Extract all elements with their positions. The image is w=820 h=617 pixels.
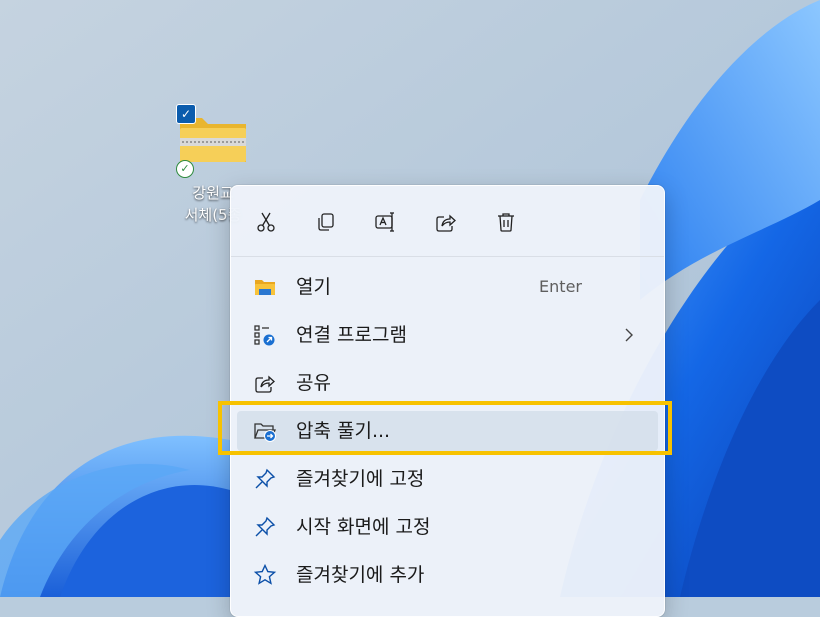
star-icon	[253, 563, 277, 587]
copy-icon	[318, 213, 334, 231]
scissors-icon	[257, 212, 275, 232]
desktop: ✓ ✓ 강원교 서체(5종 열기 Enter 연결 프로그램 공유 압축 풀기.…	[0, 0, 820, 617]
share-icon	[253, 371, 277, 395]
menu-item-label: 즐겨찾기에 추가	[296, 564, 425, 586]
copy-button[interactable]	[310, 206, 342, 238]
menu-item-label: 공유	[296, 372, 331, 394]
zip-folder-icon	[180, 118, 246, 162]
menu-item-label: 시작 화면에 고정	[296, 516, 431, 538]
delete-button[interactable]	[490, 206, 522, 238]
menu-item-share[interactable]: 공유	[237, 363, 658, 403]
menu-item-pin-start[interactable]: 시작 화면에 고정	[237, 507, 658, 547]
rename-icon	[375, 212, 394, 232]
share-button[interactable]	[430, 206, 462, 238]
trash-icon	[498, 213, 514, 232]
menu-item-label: 연결 프로그램	[296, 324, 407, 346]
chevron-right-icon	[625, 328, 633, 342]
sync-status-icon: ✓	[176, 160, 194, 178]
selection-checkbox[interactable]: ✓	[176, 104, 196, 124]
share-icon	[436, 214, 456, 232]
cut-button[interactable]	[250, 206, 282, 238]
folder-icon	[253, 275, 277, 299]
context-menu-toolbar	[231, 186, 664, 257]
open-with-icon	[253, 323, 277, 347]
pin-icon	[253, 467, 277, 491]
menu-item-open[interactable]: 열기 Enter	[237, 267, 658, 307]
rename-button[interactable]	[370, 206, 402, 238]
menu-item-label: 열기	[296, 276, 331, 298]
pin-icon	[253, 515, 277, 539]
menu-item-open-with[interactable]: 연결 프로그램	[237, 315, 658, 355]
menu-item-label: 즐겨찾기에 고정	[296, 468, 425, 490]
menu-item-pin-quick-access[interactable]: 즐겨찾기에 고정	[237, 459, 658, 499]
highlight-annotation-box	[218, 401, 672, 455]
menu-item-shortcut: Enter	[539, 277, 582, 296]
menu-item-add-favorites[interactable]: 즐겨찾기에 추가	[237, 555, 658, 595]
